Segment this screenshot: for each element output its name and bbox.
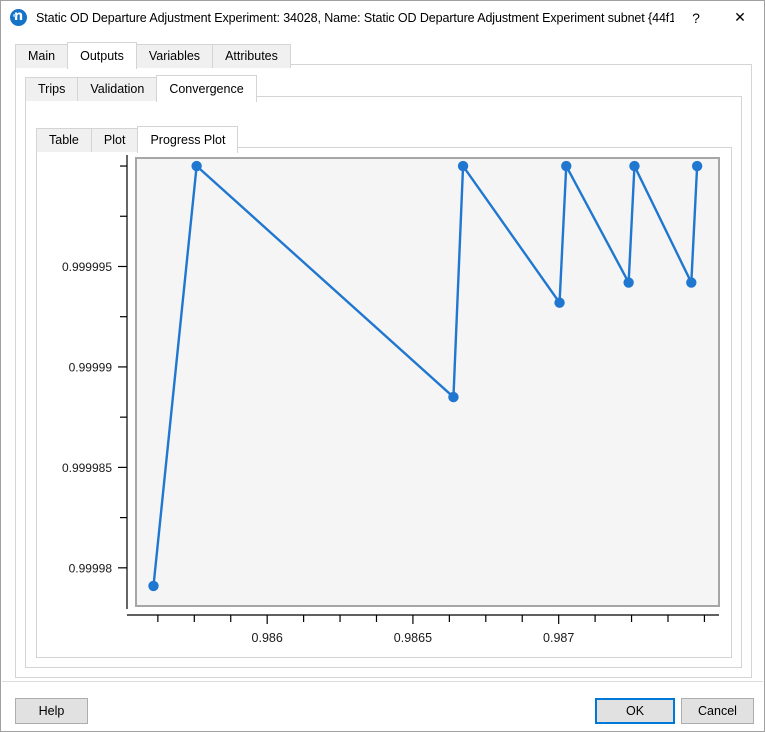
data-point-marker[interactable] bbox=[691, 160, 703, 172]
tabstrip-level2: Trips Validation Convergence bbox=[25, 75, 742, 102]
app-logo-icon bbox=[10, 6, 27, 28]
data-point-marker[interactable] bbox=[554, 297, 565, 308]
x-tick-label: 0.986 bbox=[252, 631, 283, 645]
tab-attributes[interactable]: Attributes bbox=[212, 44, 291, 68]
data-point-marker[interactable] bbox=[191, 160, 202, 172]
y-axis-ticks bbox=[118, 165, 127, 569]
chart-canvas: 0.999980.9999850.999990.999995 0.986 0.98… bbox=[62, 155, 720, 645]
y-tick-label: 0.99999 bbox=[69, 360, 113, 374]
cancel-button[interactable]: Cancel bbox=[681, 698, 754, 724]
dialog-footer: Help OK Cancel bbox=[2, 681, 763, 730]
tabstrip-level1: Main Outputs Variables Attributes bbox=[15, 42, 752, 69]
ok-button[interactable]: OK bbox=[595, 698, 675, 724]
tab-variables[interactable]: Variables bbox=[135, 44, 214, 68]
y-tick-label: 0.99998 bbox=[69, 561, 113, 575]
data-point-marker[interactable] bbox=[148, 580, 159, 592]
dialog-window: Static OD Departure Adjustment Experimen… bbox=[0, 0, 765, 732]
data-point-marker[interactable] bbox=[629, 160, 640, 172]
tab-validation[interactable]: Validation bbox=[77, 77, 158, 101]
tab-outputs[interactable]: Outputs bbox=[67, 42, 137, 69]
progress-plot-chart: 0.99998 0.999985 0.99999 0.999995 0.986 0.98… bbox=[36, 147, 732, 658]
tab-progress-plot[interactable]: Progress Plot bbox=[137, 126, 239, 153]
tab-convergence[interactable]: Convergence bbox=[156, 75, 257, 102]
data-point-marker[interactable] bbox=[623, 277, 634, 288]
x-axis-tick-labels: 0.986 0.9865 0.987 bbox=[252, 631, 575, 645]
data-point-marker[interactable] bbox=[457, 160, 469, 172]
titlebar-help-button[interactable]: ? bbox=[674, 2, 718, 33]
y-tick-label: 0.999995 bbox=[62, 260, 112, 274]
data-point-marker[interactable] bbox=[561, 160, 572, 172]
help-button[interactable]: Help bbox=[15, 698, 88, 724]
x-tick-label: 0.987 bbox=[543, 631, 574, 645]
title-bar: Static OD Departure Adjustment Experimen… bbox=[1, 1, 764, 34]
x-tick-label: 0.9865 bbox=[394, 631, 432, 645]
y-tick-label: 0.999985 bbox=[62, 461, 112, 475]
x-axis-ticks bbox=[157, 615, 706, 624]
window-title: Static OD Departure Adjustment Experimen… bbox=[36, 10, 674, 25]
data-point-marker[interactable] bbox=[448, 391, 459, 403]
y-axis-tick-labels: 0.99998 0.999985 0.99999 0.999995 bbox=[62, 260, 112, 575]
tab-main[interactable]: Main bbox=[15, 44, 69, 68]
close-icon[interactable]: ✕ bbox=[718, 2, 762, 33]
tab-trips[interactable]: Trips bbox=[25, 77, 79, 101]
data-point-marker[interactable] bbox=[686, 277, 697, 288]
plot-area bbox=[126, 155, 720, 616]
